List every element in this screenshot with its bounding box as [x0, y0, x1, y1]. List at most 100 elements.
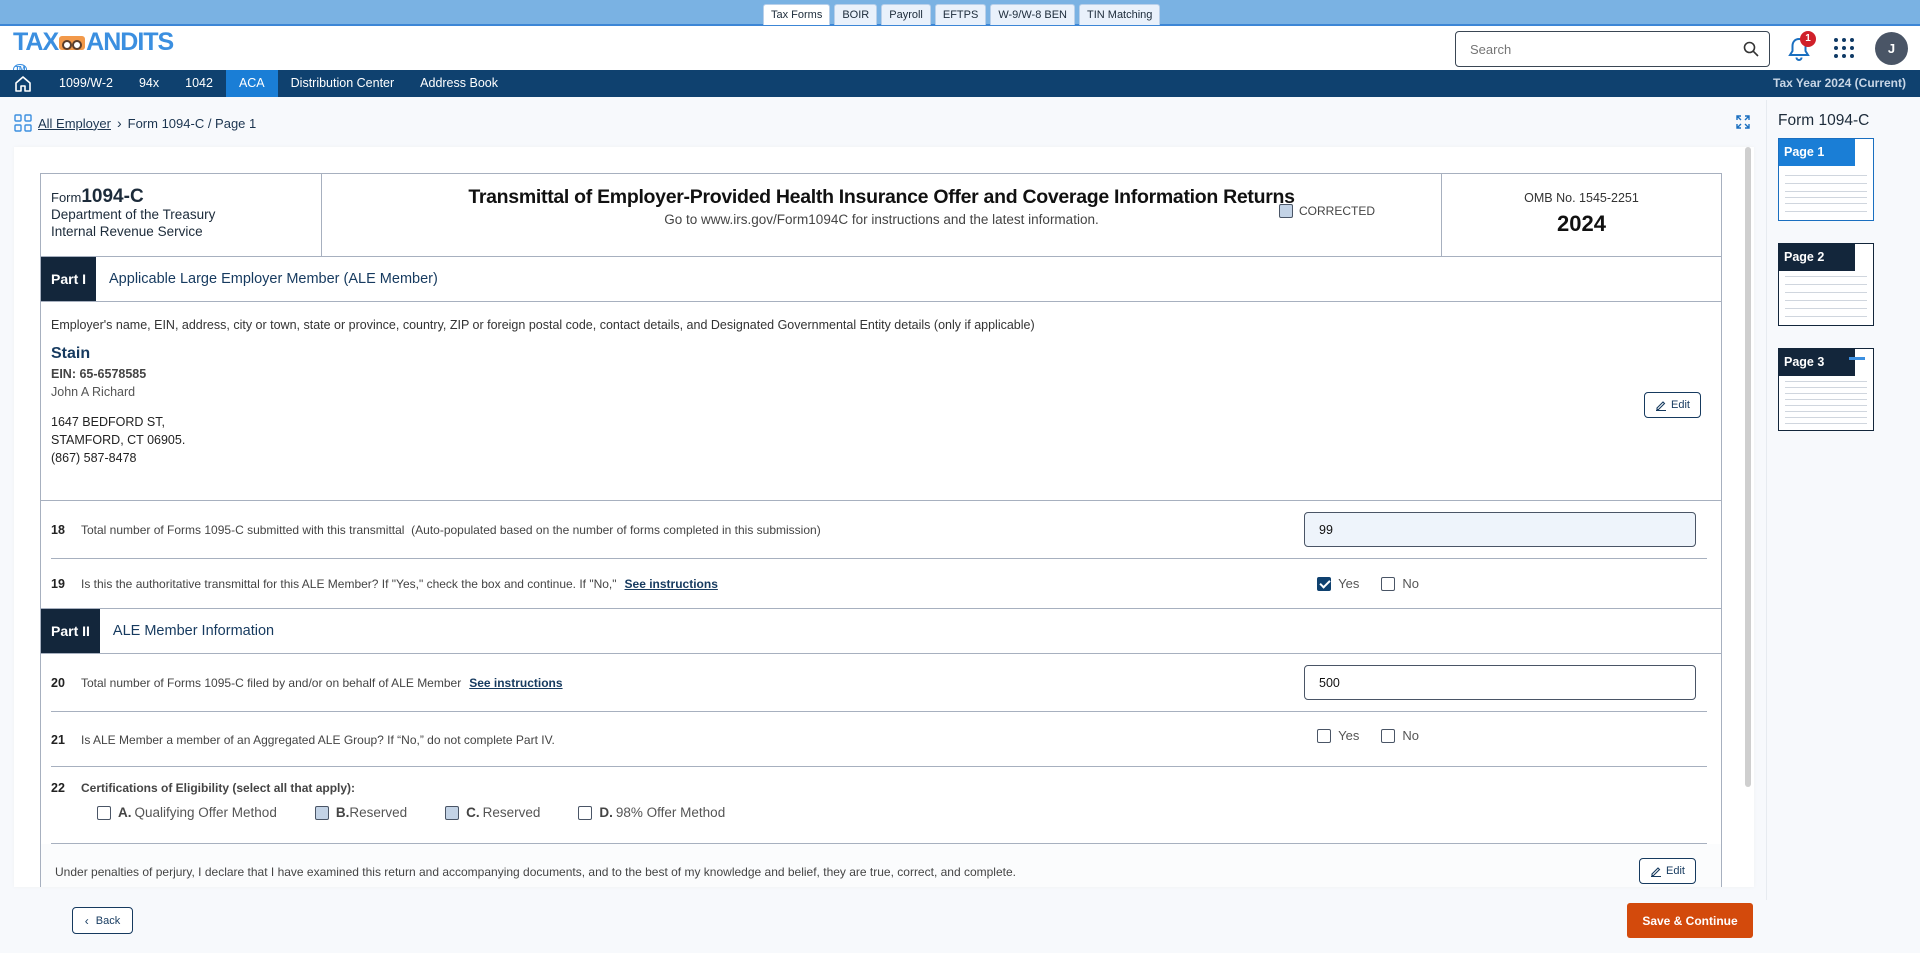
product-tab-tin-matching[interactable]: TIN Matching [1079, 4, 1161, 25]
certification-options: A. Qualifying Offer Method B. Reserved C. R… [97, 805, 1711, 820]
cert-d-checkbox[interactable]: D. 98% Offer Method [578, 805, 725, 820]
line-21-yes-checkbox[interactable]: Yes [1317, 728, 1359, 743]
product-strip: Tax Forms BOIR Payroll EFTPS W-9/W-8 BEN… [0, 0, 1920, 26]
employer-phone: (867) 587-8478 [51, 451, 137, 465]
line-21-row: 21 Is ALE Member a member of an Aggregat… [41, 712, 1721, 767]
perjury-statement: Under penalties of perjury, I declare th… [55, 864, 1016, 879]
checkbox-unchecked[interactable] [97, 805, 111, 820]
breadcrumb-current: Form 1094-C / Page 1 [127, 115, 257, 131]
cert-letter: C. [466, 805, 480, 820]
apps-grid-icon[interactable] [1834, 38, 1854, 58]
page-2-thumbnail[interactable]: Page 2 [1778, 243, 1874, 326]
line-20-text: Total number of Forms 1095-C filed by an… [81, 676, 462, 690]
cert-a-checkbox[interactable]: A. Qualifying Offer Method [97, 805, 277, 820]
edit-label: Edit [1666, 865, 1685, 877]
checkbox-disabled[interactable] [445, 805, 460, 820]
no-label: No [1402, 728, 1419, 743]
form-header: Form1094-C Department of the Treasury In… [41, 174, 1721, 257]
checkbox-unchecked[interactable] [1317, 728, 1332, 743]
cert-c-checkbox[interactable]: C. Reserved [445, 805, 540, 820]
cert-label: 98% Offer Method [615, 805, 726, 820]
part-2-title: ALE Member Information [112, 623, 275, 639]
yes-label: Yes [1338, 576, 1360, 591]
user-avatar[interactable]: J [1875, 32, 1908, 65]
corrected-label: CORRECTED [1298, 204, 1375, 218]
pencil-icon [1656, 401, 1667, 411]
form-scrollbar[interactable] [1745, 147, 1751, 787]
checkbox-unchecked[interactable] [578, 805, 593, 820]
perjury-row: Under penalties of perjury, I declare th… [41, 844, 1721, 887]
checkbox-disabled[interactable] [314, 805, 329, 820]
line-19-yes-checkbox[interactable]: Yes [1317, 576, 1359, 591]
edit-employer-button[interactable]: Edit [1644, 392, 1701, 418]
line-21-no-checkbox[interactable]: No [1381, 728, 1419, 743]
cert-b-checkbox[interactable]: B. Reserved [314, 805, 408, 820]
cert-letter: A. [118, 805, 132, 820]
expand-icon[interactable] [1736, 115, 1750, 129]
nav-item-94x[interactable]: 94x [126, 70, 172, 97]
save-and-continue-button[interactable]: Save & Continue [1627, 903, 1753, 938]
form-title-block: Transmittal of Employer-Provided Health … [322, 174, 1441, 256]
form-number: 1094-C [81, 186, 144, 207]
product-tab-w9-w8ben[interactable]: W-9/W-8 BEN [990, 4, 1075, 25]
checkbox-unchecked[interactable] [1381, 728, 1396, 743]
form-year: 2024 [1557, 211, 1606, 236]
employer-contact: John A Richard [51, 385, 136, 399]
form-prefix: Form [51, 190, 82, 205]
cert-label: Reserved [349, 805, 408, 820]
taxbandits-logo[interactable]: TAXANDITS TM Your 1099 & W2 Experts [13, 28, 178, 92]
line-19-row: 19 Is this the authoritative transmittal… [41, 559, 1721, 609]
employer-address-line1: 1647 BEDFORD ST, [51, 415, 165, 429]
nav-item-address-book[interactable]: Address Book [407, 70, 511, 97]
corrected-box[interactable] [1278, 204, 1293, 218]
product-tab-eftps[interactable]: EFTPS [934, 4, 987, 25]
product-tabs: Tax Forms BOIR Payroll EFTPS W-9/W-8 BEN… [763, 4, 1161, 25]
line-21-text: Is ALE Member a member of an Aggregated … [81, 732, 555, 747]
checkbox-unchecked[interactable] [1381, 576, 1396, 591]
search-icon[interactable] [1743, 41, 1759, 57]
line-20-number: 20 [51, 676, 65, 690]
tax-year-selector[interactable]: Tax Year 2024 (Current) [1773, 70, 1906, 97]
line-20-total-forms-filed-input[interactable] [1304, 665, 1696, 700]
irs-label: Internal Revenue Service [51, 224, 203, 239]
line-19-number: 19 [51, 576, 65, 591]
chevron-left-icon: ‹ [84, 913, 89, 928]
corrected-checkbox[interactable]: CORRECTED [1278, 204, 1375, 218]
line-22-text: Certifications of Eligibility (select al… [81, 781, 356, 795]
product-tab-boir[interactable]: BOIR [834, 4, 878, 25]
nav-item-1099-w2[interactable]: 1099/W-2 [46, 70, 126, 97]
product-tab-payroll[interactable]: Payroll [881, 4, 931, 25]
back-button[interactable]: ‹ Back [72, 907, 133, 934]
edit-signature-button[interactable]: Edit [1639, 858, 1696, 884]
line-21-options: Yes No [1317, 728, 1419, 743]
part-1-title: Applicable Large Employer Member (ALE Me… [109, 271, 438, 287]
page-navigator: Form 1094-C Page 1 Page 2 Page 3 [1778, 112, 1920, 453]
line-19-see-instructions-link[interactable]: See instructions [625, 577, 718, 591]
page-navigator-title: Form 1094-C [1778, 112, 1870, 129]
line-18-total-forms-input[interactable] [1304, 512, 1696, 547]
omb-block: OMB No. 1545-2251 2024 [1441, 174, 1721, 256]
line-19-text: Is this the authoritative transmittal fo… [81, 576, 617, 591]
breadcrumb-all-employer-link[interactable]: All Employer [38, 116, 111, 131]
form-panel: Form1094-C Department of the Treasury In… [14, 147, 1754, 887]
dept-label: Department of the Treasury [51, 207, 216, 222]
nav-item-aca[interactable]: ACA [225, 70, 278, 97]
chevron-right-icon: › [116, 115, 122, 131]
notification-badge: 1 [1800, 31, 1816, 47]
logo-text-left: TAX [13, 28, 59, 56]
page-1-thumbnail[interactable]: Page 1 [1778, 138, 1874, 221]
checkbox-checked[interactable] [1317, 576, 1332, 591]
form-1094c: Form1094-C Department of the Treasury In… [40, 173, 1722, 887]
yes-label: Yes [1338, 728, 1360, 743]
home-button[interactable] [0, 70, 46, 97]
product-tab-tax-forms[interactable]: Tax Forms [763, 4, 831, 25]
page-3-thumbnail[interactable]: Page 3 [1778, 348, 1874, 431]
line-20-see-instructions-link[interactable]: See instructions [469, 676, 562, 690]
line-19-no-checkbox[interactable]: No [1381, 576, 1419, 591]
line-18-text: Total number of Forms 1095-C submitted w… [81, 523, 405, 537]
no-label: No [1402, 576, 1419, 591]
search-input[interactable] [1456, 32, 1726, 66]
nav-item-1042[interactable]: 1042 [172, 70, 226, 97]
part-1-header: Part I Applicable Large Employer Member … [41, 257, 1721, 302]
nav-item-distribution-center[interactable]: Distribution Center [278, 70, 408, 97]
